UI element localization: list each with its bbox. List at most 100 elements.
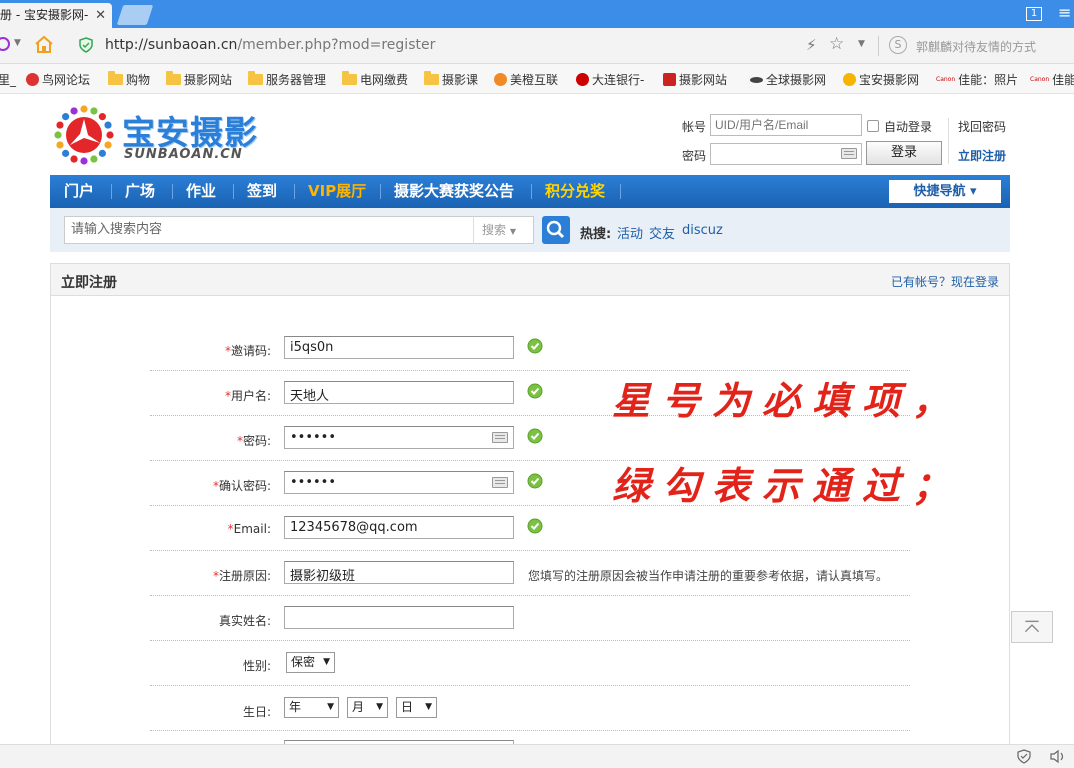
find-password-link[interactable]: 找回密码 <box>958 118 1006 135</box>
nav-item-contest-results[interactable]: 摄影大赛获奖公告 <box>394 175 514 208</box>
bookmark-folder[interactable]: 购物 <box>108 71 150 88</box>
chevron-down-icon: ▼ <box>376 702 383 712</box>
invite-code-input[interactable]: i5qs0n <box>284 336 514 359</box>
bookmark-item[interactable]: Canon 佳能：照片 <box>936 71 1018 88</box>
nav-item-portal[interactable]: 门户 <box>64 175 94 208</box>
logo-dot <box>98 113 106 121</box>
logo-dot <box>98 149 106 157</box>
logo-dot <box>104 121 112 129</box>
bolt-icon[interactable]: ⚡ <box>806 36 817 54</box>
email-field[interactable]: 12345678@qq.com <box>284 516 514 539</box>
nav-separator <box>233 184 234 199</box>
nav-item-vip-gallery[interactable]: VIP展厅 <box>308 175 366 208</box>
hot-link-friends[interactable]: 交友 <box>649 223 675 242</box>
photo-site-icon <box>663 73 676 86</box>
bookmark-folder[interactable]: 摄影网站 <box>166 71 232 88</box>
close-icon[interactable]: ✕ <box>95 3 106 28</box>
nav-item-square[interactable]: 广场 <box>125 175 155 208</box>
real-name-input[interactable] <box>284 606 514 629</box>
nav-item-points-exchange[interactable]: 积分兑奖 <box>545 175 605 208</box>
row-divider <box>150 730 910 731</box>
bookmarks-bar: 里_ 鸟网论坛 购物 摄影网站 服务器管理 电网缴费 摄影课 美橙互联 大连银行… <box>0 64 1074 94</box>
search-button[interactable] <box>542 216 570 244</box>
bookmark-folder[interactable]: 摄影课 <box>424 71 478 88</box>
chevron-down-icon[interactable]: ▼ <box>14 38 21 48</box>
site-logo-icon[interactable] <box>54 105 114 165</box>
window-count-icon[interactable]: 1 <box>1026 7 1042 21</box>
browser-tab-active[interactable]: 册 - 宝安摄影网- ✕ <box>0 3 112 28</box>
hot-link-discuz[interactable]: discuz <box>682 223 723 238</box>
shield-icon[interactable] <box>1017 749 1031 764</box>
bookmark-item[interactable]: 里_ <box>0 71 16 88</box>
login-now-link[interactable]: 已有帐号？现在登录 <box>891 273 999 290</box>
browser-tab-bar: 册 - 宝安摄影网- ✕ 1 ≡ <box>0 0 1074 28</box>
search-hint[interactable]: 郭麒麟对待友情的方式 <box>916 38 1036 55</box>
back-to-top-button[interactable] <box>1011 611 1053 643</box>
bookmark-item[interactable]: 摄影网站 <box>663 71 727 88</box>
invite-code-label: *邀请码: <box>224 344 271 358</box>
reason-note: 您填写的注册原因会被当作申请注册的重要参考依据，请认真填写。 <box>528 569 889 583</box>
shield-icon[interactable] <box>78 37 94 53</box>
bookmark-item[interactable]: 大连银行- <box>576 71 644 88</box>
reason-input[interactable]: 摄影初级班 <box>284 561 514 584</box>
confirm-password-field[interactable]: •••••• <box>284 471 514 494</box>
confirm-password-label: *确认密码: <box>212 479 271 493</box>
password-field[interactable]: •••••• <box>284 426 514 449</box>
search-input[interactable]: 请输入搜索内容 <box>64 216 474 244</box>
nav-separator <box>111 184 112 199</box>
keyboard-icon[interactable] <box>492 432 508 443</box>
speaker-icon[interactable] <box>1049 749 1067 764</box>
bookmark-item[interactable]: 美橙互联 <box>494 71 558 88</box>
nav-item-homework[interactable]: 作业 <box>186 175 216 208</box>
main-nav: 门户 广场 作业 签到 VIP展厅 摄影大赛获奖公告 积分兑奖 快捷导航 ▾ <box>50 175 1010 208</box>
site-logo-subtitle: SUNBAOAN.CN <box>124 147 243 162</box>
chevron-down-icon[interactable]: ▼ <box>858 39 865 49</box>
quick-nav-button[interactable]: 快捷导航 ▾ <box>889 180 1001 203</box>
bookmark-item[interactable]: Canon 佳能 <box>1030 71 1074 88</box>
canon-icon: Canon <box>936 76 956 83</box>
auto-login-checkbox[interactable] <box>867 120 879 132</box>
url-path: /member.php?mod=register <box>237 37 436 53</box>
account-label: 帐号 <box>682 120 707 134</box>
bookmark-item[interactable]: 全球摄影网 <box>750 71 826 88</box>
new-tab-button[interactable] <box>116 5 154 25</box>
baoan-icon <box>843 73 856 86</box>
auto-login-label[interactable]: 自动登录 <box>884 118 932 135</box>
canon-icon: Canon <box>1030 76 1050 83</box>
home-icon[interactable] <box>33 34 55 54</box>
star-icon[interactable]: ☆ <box>829 34 844 54</box>
folder-icon <box>108 71 123 85</box>
search-engine-icon[interactable]: S <box>889 36 907 54</box>
keyboard-icon[interactable] <box>492 477 508 488</box>
register-link[interactable]: 立即注册 <box>958 147 1006 164</box>
row-divider <box>150 550 910 551</box>
birthday-label: 生日: <box>242 705 271 719</box>
menu-icon[interactable]: ≡ <box>1058 3 1071 22</box>
url-field[interactable]: http://sunbaoan.cn/member.php?mod=regist… <box>105 37 435 53</box>
search-bar: 请输入搜索内容 搜索 ▼ 热搜: 活动 交友 discuz <box>50 208 1010 252</box>
bookmark-item[interactable]: 鸟网论坛 <box>26 71 90 88</box>
bookmark-item[interactable]: 宝安摄影网 <box>843 71 919 88</box>
check-icon <box>527 473 543 489</box>
hot-link-activity[interactable]: 活动 <box>617 223 643 242</box>
birth-month-select[interactable]: 月 ▼ <box>347 697 388 718</box>
chevron-down-icon: ▼ <box>323 657 330 667</box>
gender-label: 性别: <box>242 659 271 673</box>
username-input[interactable]: 天地人 <box>284 381 514 404</box>
bookmark-folder[interactable]: 电网缴费 <box>342 71 408 88</box>
logo-dot <box>80 157 88 165</box>
login-button[interactable]: 登录 <box>866 141 942 165</box>
page-title: 立即注册 <box>61 275 117 291</box>
nav-item-checkin[interactable]: 签到 <box>247 175 277 208</box>
logo-dot <box>62 113 70 121</box>
logo-dot <box>56 121 64 129</box>
search-type-select[interactable]: 搜索 ▼ <box>473 216 534 244</box>
gender-select[interactable]: 保密 ▼ <box>286 652 335 673</box>
password-input[interactable] <box>710 143 862 165</box>
bookmark-folder[interactable]: 服务器管理 <box>248 71 326 88</box>
birth-day-select[interactable]: 日 ▼ <box>396 697 437 718</box>
birth-year-select[interactable]: 年 ▼ <box>284 697 339 718</box>
account-input[interactable] <box>710 114 862 136</box>
keyboard-icon[interactable] <box>841 148 857 159</box>
browser-logo-icon[interactable] <box>0 37 10 51</box>
